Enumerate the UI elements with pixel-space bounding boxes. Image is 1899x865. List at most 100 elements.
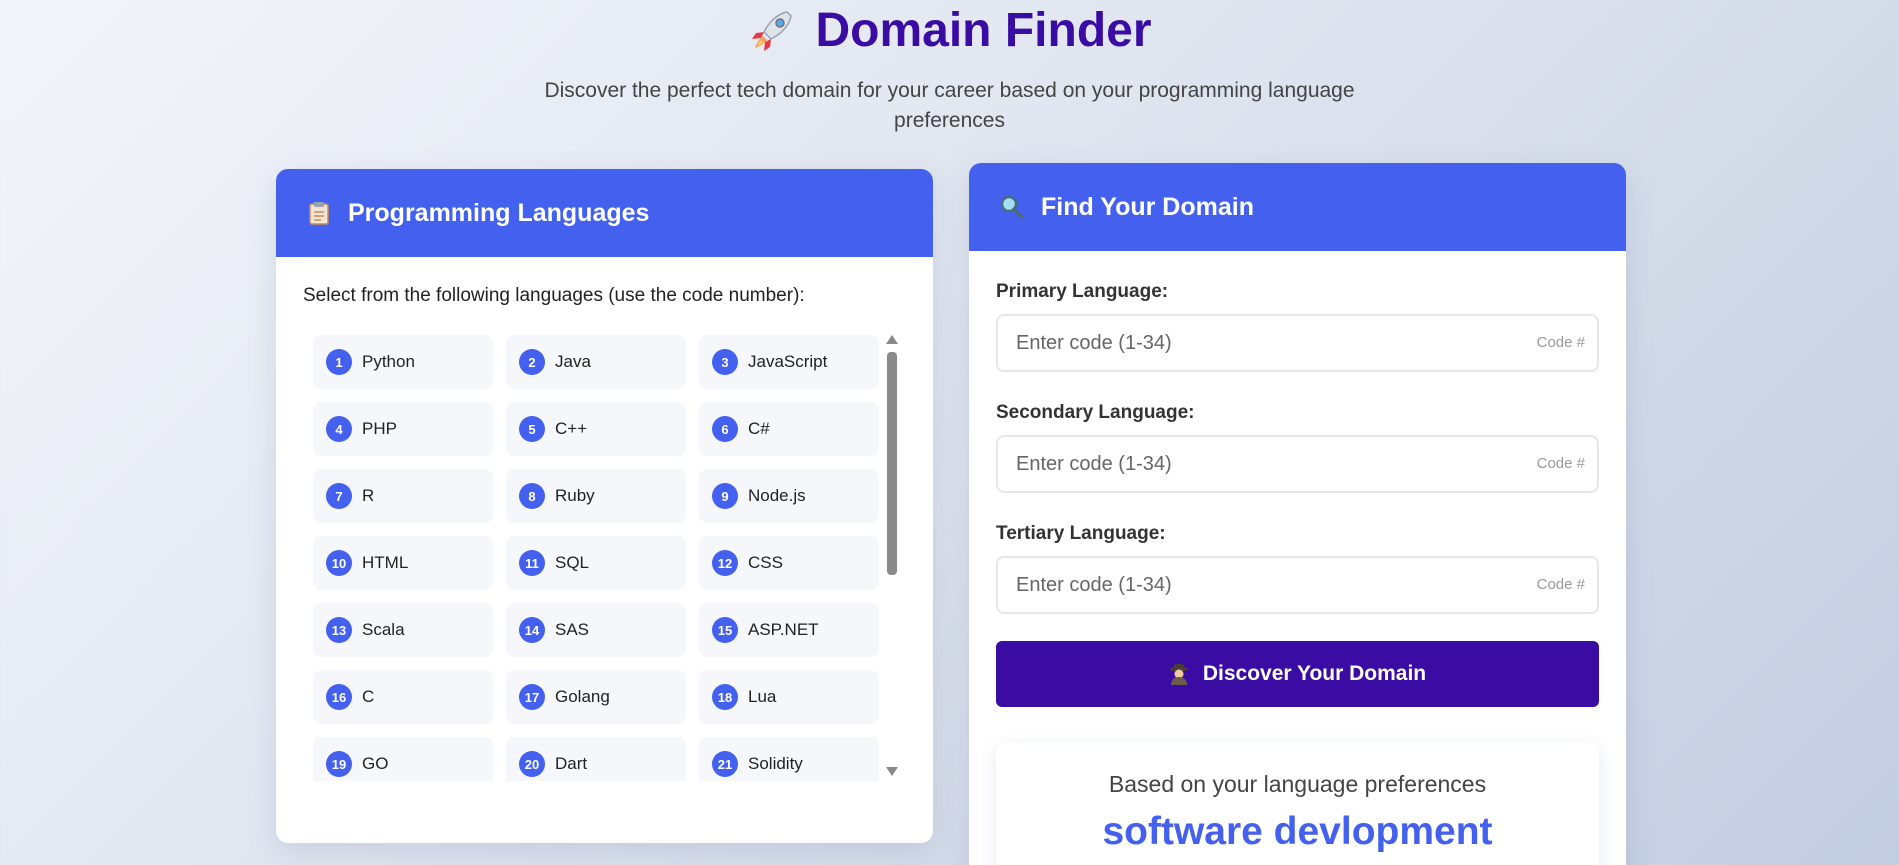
primary-language-input[interactable] [998, 316, 1498, 370]
secondary-language-label: Secondary Language: [996, 402, 1195, 423]
language-code-badge: 7 [326, 483, 352, 509]
language-name: Solidity [748, 754, 803, 773]
language-item[interactable]: 12 CSS [699, 536, 879, 590]
language-code-badge: 12 [712, 550, 738, 576]
language-item[interactable]: 14 SAS [506, 603, 686, 657]
languages-card-title: Programming Languages [348, 198, 650, 227]
language-item[interactable]: 5 C++ [506, 402, 686, 456]
language-name: ASP.NET [748, 620, 819, 639]
language-item[interactable]: 2 Java [506, 335, 686, 389]
code-hint: Code # [1536, 334, 1585, 351]
tertiary-language-label: Tertiary Language: [996, 523, 1166, 544]
language-name: C++ [555, 419, 588, 438]
languages-card-header: Programming Languages [276, 169, 933, 257]
language-code-badge: 9 [712, 483, 738, 509]
scroll-up-arrow-icon[interactable] [886, 335, 898, 344]
result-panel: Based on your language preferences softw… [996, 743, 1599, 865]
language-item[interactable]: 9 Node.js [699, 469, 879, 523]
language-code-badge: 1 [326, 349, 352, 375]
discover-domain-label: Discover Your Domain [1202, 662, 1427, 685]
clipboard-icon [309, 202, 329, 225]
scroll-down-arrow-icon[interactable] [886, 767, 898, 776]
finder-card-header: Find Your Domain [969, 163, 1626, 251]
language-code-badge: 14 [519, 617, 545, 643]
language-code-badge: 4 [326, 416, 352, 442]
language-item[interactable]: 18 Lua [699, 670, 879, 724]
tertiary-language-input[interactable] [998, 558, 1498, 612]
language-name: Golang [555, 687, 610, 706]
language-code-badge: 10 [326, 550, 352, 576]
magnifier-icon [1000, 195, 1024, 219]
language-code-badge: 20 [519, 751, 545, 777]
result-caption: Based on your language preferences [1108, 771, 1487, 797]
language-item[interactable]: 4 PHP [313, 402, 493, 456]
language-item[interactable]: 19 GO [313, 737, 493, 781]
language-name: Dart [555, 754, 588, 773]
primary-language-field[interactable]: Code # [996, 314, 1599, 372]
language-item[interactable]: 17 Golang [506, 670, 686, 724]
language-code-badge: 19 [326, 751, 352, 777]
language-name: Java [555, 352, 591, 371]
result-domain: software devlopment [1102, 810, 1493, 853]
language-name: Lua [748, 687, 777, 706]
language-item[interactable]: 13 Scala [313, 603, 493, 657]
language-name: Scala [362, 620, 405, 639]
language-name: C# [748, 419, 770, 438]
language-item[interactable]: 20 Dart [506, 737, 686, 781]
page-subtitle: Discover the perfect tech domain for you… [544, 79, 1355, 132]
discover-domain-button[interactable]: Discover Your Domain [996, 641, 1599, 707]
language-name: PHP [362, 419, 397, 438]
language-code-badge: 11 [519, 550, 545, 576]
language-item[interactable]: 7R [313, 469, 493, 523]
language-name: R [362, 486, 375, 505]
page-title-row: Domain Finder [0, 4, 1899, 58]
language-name: Node.js [748, 486, 806, 505]
language-code-badge: 13 [326, 617, 352, 643]
page-title: Domain Finder [815, 4, 1152, 57]
language-code-badge: 15 [712, 617, 738, 643]
languages-grid: 1 Python 2 Java 3 JavaScript 4 PHP 5 C++ 6 C# 7 R 8 Rub… [313, 335, 879, 781]
language-name: SQL [555, 553, 590, 572]
language-code-badge: 3 [712, 349, 738, 375]
rocket-icon [752, 11, 793, 51]
finder-card: Find Your Domain Primary Language: Code … [969, 163, 1626, 865]
detective-icon [1169, 664, 1188, 685]
languages-list[interactable]: 1 Python 2 Java 3 JavaScript 4 PHP 5 C++ 6 C# 7 R 8 Rub… [303, 335, 913, 781]
language-code-badge: 16 [326, 684, 352, 710]
language-code-badge: 6 [712, 416, 738, 442]
language-code-badge: 2 [519, 349, 545, 375]
language-code-badge: 21 [712, 751, 738, 777]
language-item[interactable]: 15 ASP.NET [699, 603, 879, 657]
language-code-badge: 17 [519, 684, 545, 710]
primary-language-label: Primary Language: [996, 281, 1169, 302]
secondary-language-input[interactable] [998, 437, 1498, 491]
code-hint: Code # [1536, 576, 1585, 593]
language-item[interactable]: 8 Ruby [506, 469, 686, 523]
page-header: Domain Finder Discover the perfect tech … [0, 0, 1899, 136]
tertiary-language-field[interactable]: Code # [996, 556, 1599, 614]
language-name: JavaScript [748, 352, 828, 371]
language-item[interactable]: 11 SQL [506, 536, 686, 590]
secondary-language-field[interactable]: Code # [996, 435, 1599, 493]
language-code-badge: 8 [519, 483, 545, 509]
languages-intro: Select from the following languages (use… [303, 285, 805, 306]
language-name: HTML [362, 553, 409, 572]
code-hint: Code # [1536, 455, 1585, 472]
language-name: GO [362, 754, 389, 773]
scroll-thumb[interactable] [887, 352, 897, 575]
language-item[interactable]: 6 C# [699, 402, 879, 456]
language-item[interactable]: 10 HTML [313, 536, 493, 590]
languages-scrollbar[interactable] [885, 335, 898, 776]
language-item[interactable]: 1 Python [313, 335, 493, 389]
language-name: Python [362, 352, 415, 371]
language-item[interactable]: 3 JavaScript [699, 335, 879, 389]
language-code-badge: 18 [712, 684, 738, 710]
language-name: CSS [748, 553, 783, 572]
language-name: C [362, 687, 375, 706]
language-name: Ruby [555, 486, 595, 505]
finder-card-title: Find Your Domain [1041, 192, 1254, 221]
language-code-badge: 5 [519, 416, 545, 442]
language-item[interactable]: 21 Solidity [699, 737, 879, 781]
language-name: SAS [555, 620, 590, 639]
language-item[interactable]: 16 C [313, 670, 493, 724]
